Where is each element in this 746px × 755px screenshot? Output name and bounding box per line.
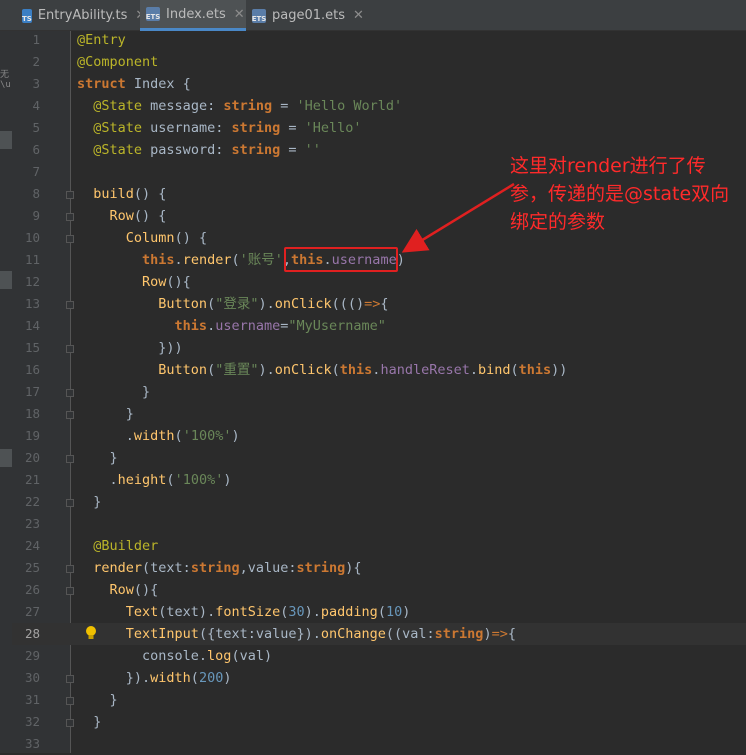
code-line[interactable]: TextInput({text:value}).onChange((val:st… <box>77 623 516 645</box>
line-number: 33 <box>24 736 40 751</box>
code-line[interactable]: @State message: string = 'Hello World' <box>77 95 402 117</box>
fold-marker-icon[interactable] <box>66 301 74 309</box>
fold-marker-icon[interactable] <box>66 675 74 683</box>
code-line[interactable]: @Component <box>77 51 158 73</box>
line-number: 8 <box>32 186 40 201</box>
fold-marker-icon[interactable] <box>66 565 74 573</box>
line-number: 27 <box>24 604 40 619</box>
code-line[interactable]: })) <box>77 337 182 359</box>
line-number: 14 <box>24 318 40 333</box>
code-line[interactable]: } <box>77 711 101 733</box>
line-number: 5 <box>32 120 40 135</box>
line-number: 22 <box>24 494 40 509</box>
left-tool-strip: 无\u <box>0 31 12 753</box>
ets-file-icon: ETS <box>252 8 266 23</box>
tab-label: page01.ets <box>272 8 346 23</box>
line-number: 13 <box>24 296 40 311</box>
code-line[interactable]: console.log(val) <box>77 645 272 667</box>
editor-tab-bar: TS EntryAbility.ts ✕ ETS Index.ets ✕ ETS… <box>0 0 746 31</box>
code-line[interactable]: Button("登录").onClick((()=>{ <box>77 293 388 315</box>
tab-label: Index.ets <box>166 6 226 22</box>
tab-label: EntryAbility.ts <box>37 8 128 23</box>
ets-file-icon: ETS <box>146 7 160 21</box>
line-number: 15 <box>24 340 40 355</box>
code-line[interactable]: this.username="MyUsername" <box>77 315 386 337</box>
code-line[interactable]: @Builder <box>77 535 158 557</box>
code-line[interactable]: } <box>77 381 150 403</box>
line-number: 30 <box>24 670 40 685</box>
line-number: 20 <box>24 450 40 465</box>
code-line[interactable]: .width('100%') <box>77 425 240 447</box>
line-number: 23 <box>24 516 40 531</box>
fold-marker-icon[interactable] <box>66 455 74 463</box>
line-number: 31 <box>24 692 40 707</box>
close-icon[interactable]: ✕ <box>234 7 245 22</box>
line-number: 16 <box>24 362 40 377</box>
typescript-file-icon: TS <box>22 8 32 23</box>
code-line[interactable]: } <box>77 689 118 711</box>
line-number: 19 <box>24 428 40 443</box>
line-number: 17 <box>24 384 40 399</box>
code-line[interactable]: .height('100%') <box>77 469 232 491</box>
code-line[interactable]: @Entry <box>77 29 126 51</box>
line-number: 9 <box>32 208 40 223</box>
line-number: 32 <box>24 714 40 729</box>
code-line[interactable]: Button("重置").onClick(this.handleReset.bi… <box>77 359 567 381</box>
line-number: 11 <box>24 252 40 267</box>
code-line[interactable]: } <box>77 491 101 513</box>
line-number: 4 <box>32 98 40 113</box>
fold-marker-icon[interactable] <box>66 235 74 243</box>
code-line[interactable]: Column() { <box>77 227 207 249</box>
line-number: 26 <box>24 582 40 597</box>
fold-marker-icon[interactable] <box>66 389 74 397</box>
fold-marker-icon[interactable] <box>66 587 74 595</box>
line-number: 25 <box>24 560 40 575</box>
fold-marker-icon[interactable] <box>66 499 74 507</box>
code-line[interactable]: Row(){ <box>77 579 159 601</box>
strip-marker <box>0 449 12 467</box>
tab-entryability[interactable]: TS EntryAbility.ts ✕ <box>22 0 146 31</box>
fold-marker-icon[interactable] <box>66 213 74 221</box>
strip-marker <box>0 271 12 289</box>
code-line[interactable]: Row(){ <box>77 271 191 293</box>
code-line[interactable]: build() { <box>77 183 166 205</box>
line-number: 28 <box>24 626 40 641</box>
lightbulb-icon[interactable] <box>84 625 98 641</box>
fold-marker-icon[interactable] <box>66 719 74 727</box>
code-line[interactable]: Text(text).fontSize(30).padding(10) <box>77 601 411 623</box>
fold-marker-icon[interactable] <box>66 345 74 353</box>
line-number: 24 <box>24 538 40 553</box>
code-line[interactable]: render(text:string,value:string){ <box>77 557 361 579</box>
line-number: 1 <box>32 32 40 47</box>
line-number: 3 <box>32 76 40 91</box>
line-number: 21 <box>24 472 40 487</box>
code-line[interactable]: } <box>77 447 118 469</box>
code-line[interactable]: Row() { <box>77 205 167 227</box>
code-line[interactable]: @State password: string = '' <box>77 139 321 161</box>
line-number: 29 <box>24 648 40 663</box>
code-line[interactable]: struct Index { <box>77 73 191 95</box>
strip-marker <box>0 131 12 149</box>
tab-index[interactable]: ETS Index.ets ✕ <box>140 0 246 31</box>
annotation-note: 这里对render进行了传参，传递的是@state双向绑定的参数 <box>510 155 730 233</box>
code-line[interactable]: }).width(200) <box>77 667 232 689</box>
line-number: 7 <box>32 164 40 179</box>
highlight-box <box>284 247 398 272</box>
strip-text: 无\u <box>0 70 11 90</box>
fold-marker-icon[interactable] <box>66 411 74 419</box>
line-number: 2 <box>32 54 40 69</box>
close-icon[interactable]: ✕ <box>353 8 364 23</box>
line-number: 10 <box>24 230 40 245</box>
tab-page01[interactable]: ETS page01.ets ✕ <box>252 0 364 31</box>
code-line[interactable]: } <box>77 403 134 425</box>
line-number: 18 <box>24 406 40 421</box>
fold-marker-icon[interactable] <box>66 191 74 199</box>
line-number: 6 <box>32 142 40 157</box>
fold-marker-icon[interactable] <box>66 697 74 705</box>
line-number: 12 <box>24 274 40 289</box>
code-line[interactable]: @State username: string = 'Hello' <box>77 117 361 139</box>
